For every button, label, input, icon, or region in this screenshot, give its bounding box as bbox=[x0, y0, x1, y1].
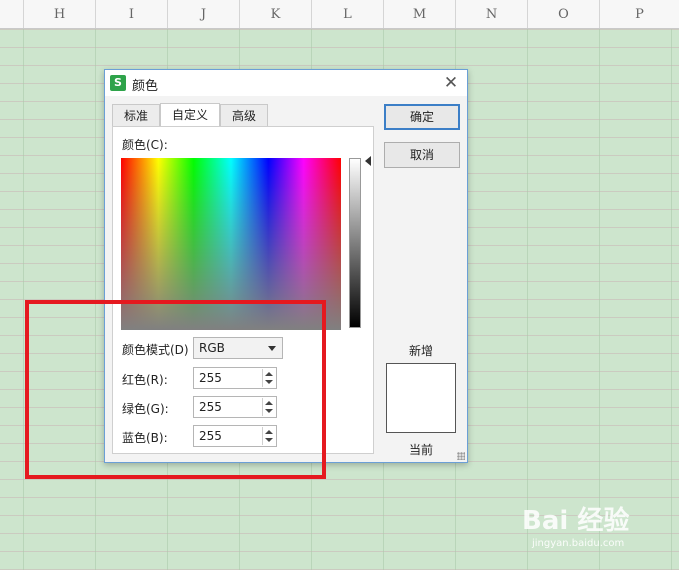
color-preview bbox=[386, 363, 456, 433]
annotation-highlight-box bbox=[25, 300, 326, 479]
baidu-jingyan-watermark: Bai 经验 jingyan.baidu.com bbox=[522, 494, 672, 554]
wps-app-icon: S bbox=[110, 75, 126, 91]
new-color-label: 新增 bbox=[409, 344, 434, 358]
dialog-titlebar[interactable]: S 颜色 ✕ bbox=[105, 70, 467, 96]
column-header-m[interactable]: M bbox=[383, 0, 455, 28]
cancel-button[interactable]: 取消 bbox=[384, 142, 460, 168]
column-header-o[interactable]: O bbox=[527, 0, 599, 28]
current-color-label: 当前 bbox=[409, 443, 434, 457]
ok-button[interactable]: 确定 bbox=[384, 104, 460, 130]
watermark-url: jingyan.baidu.com bbox=[532, 538, 625, 549]
column-header-p[interactable]: P bbox=[599, 0, 679, 28]
luminance-slider[interactable] bbox=[349, 158, 361, 328]
column-header-n[interactable]: N bbox=[455, 0, 527, 28]
watermark-logo-text: Bai 经验 bbox=[522, 506, 630, 536]
column-header-k[interactable]: K bbox=[239, 0, 311, 28]
column-header-j[interactable]: J bbox=[167, 0, 239, 28]
column-header-row: H I J K L M N O P bbox=[0, 0, 679, 29]
close-icon[interactable]: ✕ bbox=[441, 73, 461, 93]
column-header-h[interactable]: H bbox=[23, 0, 95, 28]
luminance-pointer-icon[interactable] bbox=[365, 156, 371, 166]
tab-advanced[interactable]: 高级 bbox=[220, 104, 268, 126]
color-picker-label: 颜色(C): bbox=[122, 138, 168, 152]
column-header-i[interactable]: I bbox=[95, 0, 167, 28]
column-header-l[interactable]: L bbox=[311, 0, 383, 28]
tab-custom[interactable]: 自定义 bbox=[160, 103, 220, 127]
resize-grip-icon[interactable] bbox=[457, 452, 465, 460]
tab-standard[interactable]: 标准 bbox=[112, 104, 160, 126]
dialog-title: 颜色 bbox=[132, 79, 159, 94]
